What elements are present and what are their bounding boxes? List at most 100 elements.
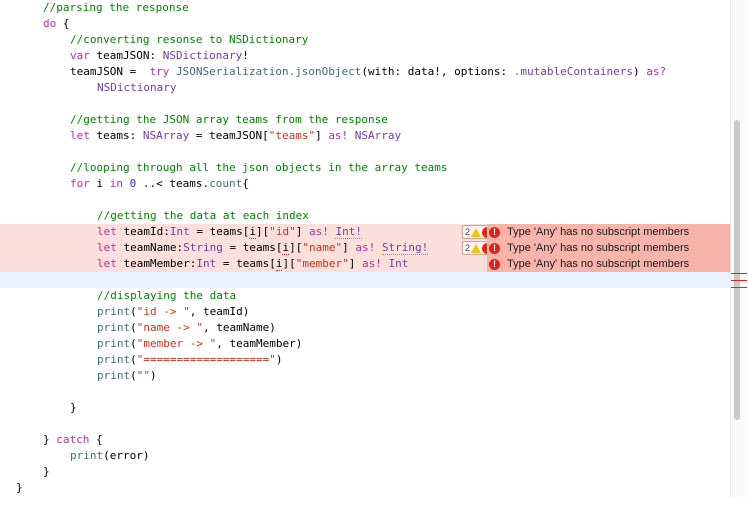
code-token: teamName: bbox=[116, 241, 184, 254]
code-line[interactable]: teamJSON = try JSONSerialization.jsonObj… bbox=[0, 64, 730, 80]
code-line-error[interactable]: let teamName:String = teams[i]["name"] a… bbox=[0, 240, 730, 256]
error-icon: ! bbox=[489, 226, 500, 238]
error-token: i bbox=[249, 225, 256, 239]
code-token: ][ bbox=[289, 241, 303, 254]
code-token: teamMember: bbox=[116, 257, 197, 270]
code-token: { bbox=[56, 17, 70, 30]
code-token: ! bbox=[242, 49, 249, 62]
code-token: i bbox=[89, 177, 110, 190]
code-line[interactable]: } bbox=[0, 480, 730, 496]
keyword: as! bbox=[355, 241, 376, 254]
code-text: print("id -> ", teamId) bbox=[97, 304, 249, 320]
code-line[interactable]: //parsing the response bbox=[0, 0, 730, 16]
code-text: let teamName:String = teams[i]["name"] a… bbox=[97, 240, 429, 256]
function-call: print bbox=[97, 337, 131, 350]
code-token: ) bbox=[275, 353, 283, 366]
comment: //getting the data at each index bbox=[97, 209, 309, 222]
scroll-gutter[interactable] bbox=[730, 0, 748, 497]
keyword: try bbox=[149, 65, 170, 78]
code-line[interactable]: let teams: NSArray = teamJSON["teams"] a… bbox=[0, 128, 730, 144]
code-line[interactable]: } catch { bbox=[0, 432, 730, 448]
code-line[interactable]: print("") bbox=[0, 368, 730, 384]
keyword: let bbox=[97, 225, 117, 238]
error-icon: ! bbox=[489, 258, 500, 270]
code-line[interactable]: do { bbox=[0, 16, 730, 32]
keyword: let bbox=[97, 257, 117, 270]
code-token: teams: bbox=[89, 129, 143, 142]
keyword: var bbox=[70, 49, 90, 62]
code-token: ( bbox=[130, 305, 137, 318]
code-token: = teams[ bbox=[189, 225, 250, 238]
warning-icon bbox=[471, 227, 482, 237]
code-editor[interactable]: //parsing the response do { //converting… bbox=[0, 0, 730, 497]
comment: //parsing the response bbox=[43, 1, 189, 14]
code-line[interactable]: var teamJSON: NSDictionary! bbox=[0, 48, 730, 64]
code-line[interactable]: //converting resonse to NSDictionary bbox=[0, 32, 730, 48]
code-text: for i in 0 ..< teams.count{ bbox=[70, 176, 249, 192]
keyword: for bbox=[70, 177, 90, 190]
code-token: } bbox=[43, 433, 57, 446]
code-line-error[interactable]: let teamId:Int = teams[i]["id"] as! Int!… bbox=[0, 224, 730, 240]
issue-count-number: 2 bbox=[465, 243, 471, 253]
type-name: NSArray bbox=[142, 129, 190, 142]
code-token: teamId: bbox=[116, 225, 170, 238]
code-text: } catch { bbox=[43, 432, 103, 448]
type-name: NSArray bbox=[348, 129, 402, 142]
code-token: ) bbox=[632, 65, 647, 78]
code-line[interactable]: print("name -> ", teamName) bbox=[0, 320, 730, 336]
keyword: as! bbox=[308, 225, 329, 238]
code-line[interactable]: NSDictionary bbox=[0, 80, 730, 96]
function-call: print bbox=[97, 321, 131, 334]
code-token: ] bbox=[315, 129, 329, 142]
code-token: = teams[ bbox=[222, 241, 283, 254]
code-text: let teamId:Int = teams[i]["id"] as! Int! bbox=[97, 224, 362, 240]
code-line[interactable]: print("id -> ", teamId) bbox=[0, 304, 730, 320]
code-token: teamJSON: bbox=[89, 49, 163, 62]
type-name: Int bbox=[169, 225, 190, 238]
code-text: print("===================") bbox=[97, 352, 282, 368]
code-token: ..< teams. bbox=[136, 177, 210, 190]
code-line[interactable]: } bbox=[0, 400, 730, 416]
code-line[interactable]: print(error) bbox=[0, 448, 730, 464]
code-token: (with: data!, options: bbox=[361, 65, 514, 78]
error-icon: ! bbox=[489, 242, 500, 254]
code-text: print("name -> ", teamName) bbox=[97, 320, 276, 336]
code-token: ] bbox=[342, 241, 356, 254]
code-line[interactable]: //getting the JSON array teams from the … bbox=[0, 112, 730, 128]
error-marker[interactable] bbox=[731, 280, 747, 281]
code-line[interactable]: for i in 0 ..< teams.count{ bbox=[0, 176, 730, 192]
type-name: String bbox=[183, 241, 223, 254]
error-message[interactable]: ! Type 'Any' has no subscript members bbox=[487, 256, 730, 272]
type-name: Int bbox=[381, 257, 409, 270]
code-token: ] bbox=[348, 257, 362, 270]
type-name: Int bbox=[196, 257, 217, 270]
type-name: Int! bbox=[335, 225, 362, 239]
code-line[interactable]: } bbox=[0, 464, 730, 480]
code-line[interactable]: print("member -> ", teamMember) bbox=[0, 336, 730, 352]
code-token: (error) bbox=[103, 449, 150, 462]
code-line[interactable]: //displaying the data bbox=[0, 288, 730, 304]
code-line[interactable]: print("===================") bbox=[0, 352, 730, 368]
code-line[interactable]: //getting the data at each index bbox=[0, 208, 730, 224]
code-token: ( bbox=[130, 369, 137, 382]
function-call: print bbox=[97, 353, 131, 366]
code-line-error[interactable]: let teamMember:Int = teams[i]["member"] … bbox=[0, 256, 730, 272]
error-message-text: Type 'Any' has no subscript members bbox=[507, 226, 690, 238]
closing-brace: } bbox=[70, 401, 77, 414]
error-marker[interactable] bbox=[731, 273, 747, 274]
code-token: , teamId) bbox=[189, 305, 250, 318]
code-line[interactable]: //looping through all the json objects i… bbox=[0, 160, 730, 176]
string-literal: "teams" bbox=[268, 129, 316, 142]
error-message[interactable]: ! Type 'Any' has no subscript members bbox=[487, 240, 730, 256]
current-line[interactable] bbox=[0, 272, 730, 288]
error-message[interactable]: ! Type 'Any' has no subscript members bbox=[487, 224, 730, 240]
issue-count-number: 2 bbox=[465, 227, 471, 237]
property: count bbox=[209, 177, 243, 190]
warning-icon bbox=[471, 243, 482, 253]
closing-brace: } bbox=[43, 465, 50, 478]
error-marker[interactable] bbox=[731, 287, 747, 288]
number-literal: 0 bbox=[123, 177, 137, 190]
code-token: = teams[ bbox=[216, 257, 276, 270]
enum-case: .mutableContainers bbox=[513, 65, 633, 78]
scrollbar-thumb[interactable] bbox=[734, 120, 740, 420]
